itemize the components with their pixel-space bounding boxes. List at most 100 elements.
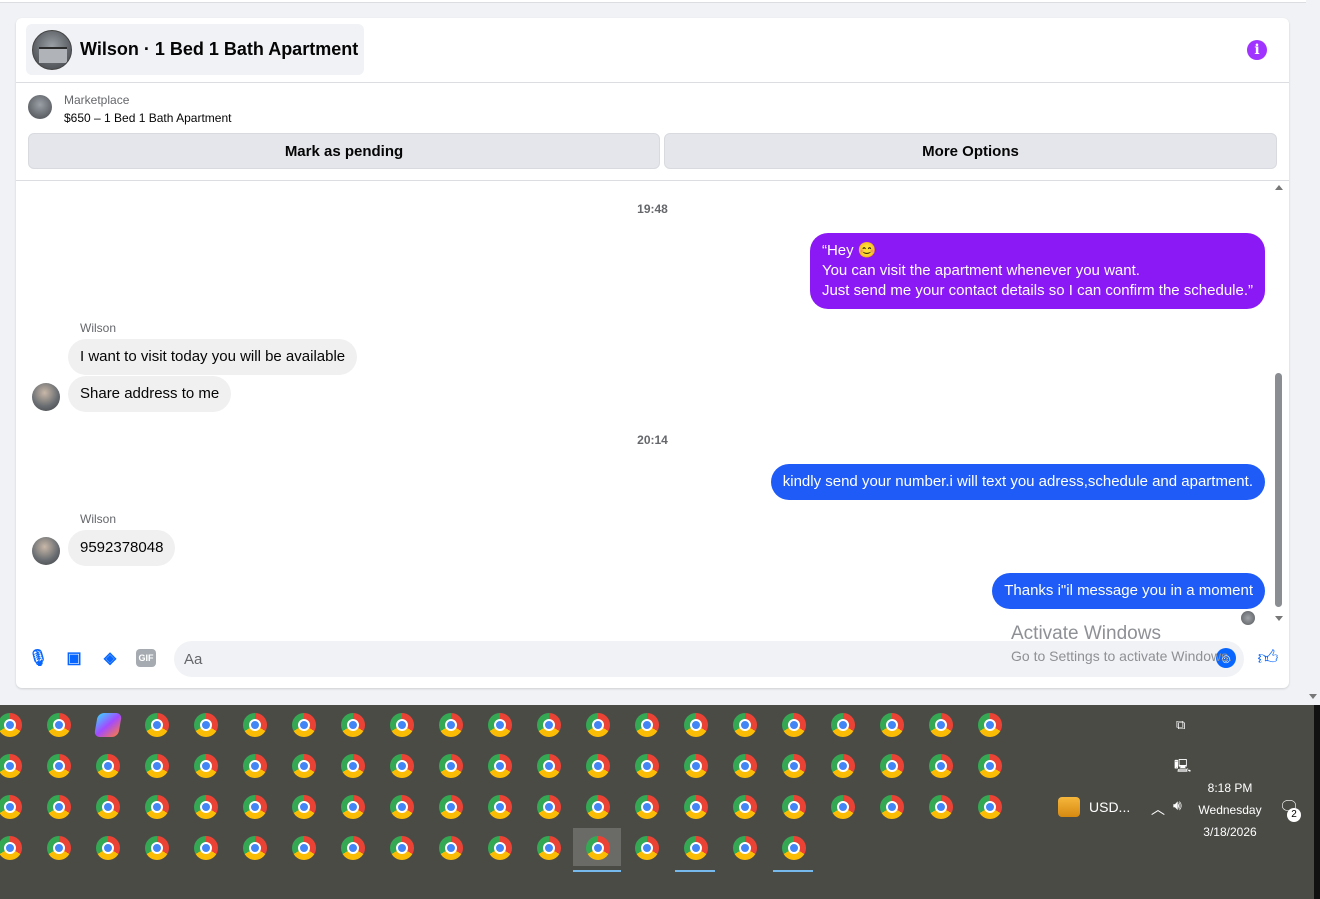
- conversation-title-button[interactable]: Wilson · 1 Bed 1 Bath Apartment: [26, 24, 365, 75]
- chrome-icon[interactable]: [145, 795, 169, 819]
- chrome-icon[interactable]: [684, 836, 708, 860]
- chrome-icon[interactable]: [0, 836, 22, 860]
- chrome-icon[interactable]: [880, 754, 904, 778]
- chrome-icon[interactable]: [194, 754, 218, 778]
- chrome-icon[interactable]: [47, 713, 71, 737]
- chrome-icon[interactable]: [978, 754, 1002, 778]
- chrome-icon[interactable]: [488, 754, 512, 778]
- chrome-icon[interactable]: [243, 713, 267, 737]
- outgoing-message[interactable]: kindly send your number.i will text you …: [770, 464, 1265, 500]
- chrome-icon[interactable]: [635, 754, 659, 778]
- sticker-icon[interactable]: ◈: [100, 648, 120, 668]
- chrome-icon[interactable]: [0, 754, 22, 778]
- chrome-icon[interactable]: [537, 713, 561, 737]
- chrome-icon[interactable]: [488, 795, 512, 819]
- copilot-icon[interactable]: [93, 713, 123, 737]
- image-icon[interactable]: ▣: [64, 648, 84, 668]
- chrome-icon[interactable]: [586, 754, 610, 778]
- chrome-icon[interactable]: [635, 836, 659, 860]
- chrome-icon[interactable]: [243, 754, 267, 778]
- outgoing-message[interactable]: “Hey 😊 You can visit the apartment whene…: [809, 233, 1265, 309]
- chrome-icon[interactable]: [390, 836, 414, 860]
- chrome-icon[interactable]: [586, 836, 610, 860]
- info-icon[interactable]: i: [1247, 40, 1267, 60]
- chrome-icon[interactable]: [47, 836, 71, 860]
- chrome-icon[interactable]: [194, 795, 218, 819]
- chrome-icon[interactable]: [243, 836, 267, 860]
- more-options-button[interactable]: More Options: [664, 133, 1277, 169]
- thread-scrollbar[interactable]: [1275, 181, 1283, 627]
- chrome-icon[interactable]: [390, 754, 414, 778]
- chrome-icon[interactable]: [978, 795, 1002, 819]
- chrome-icon[interactable]: [488, 713, 512, 737]
- outgoing-message[interactable]: Thanks i"il message you in a moment: [992, 573, 1265, 609]
- page-scrollbar[interactable]: [1306, 0, 1320, 705]
- chrome-icon[interactable]: [96, 836, 120, 860]
- listing-summary[interactable]: Marketplace $650 – 1 Bed 1 Bath Apartmen…: [28, 92, 231, 132]
- volume-icon[interactable]: 🔊︎: [1173, 797, 1182, 814]
- chrome-icon[interactable]: [390, 795, 414, 819]
- chrome-icon[interactable]: [782, 795, 806, 819]
- chrome-icon[interactable]: [390, 713, 414, 737]
- taskbar-clock[interactable]: 8:18 PM Wednesday 3/18/2026: [1196, 777, 1264, 843]
- chrome-icon[interactable]: [831, 713, 855, 737]
- chrome-icon[interactable]: [733, 836, 757, 860]
- chrome-icon[interactable]: [635, 713, 659, 737]
- chrome-icon[interactable]: [0, 713, 22, 737]
- sender-avatar[interactable]: [32, 537, 60, 565]
- chrome-icon[interactable]: [733, 754, 757, 778]
- incoming-message[interactable]: Share address to me: [68, 376, 232, 412]
- chrome-icon[interactable]: [47, 754, 71, 778]
- chrome-icon[interactable]: [488, 836, 512, 860]
- chrome-icon[interactable]: [929, 713, 953, 737]
- chrome-icon[interactable]: [782, 754, 806, 778]
- network-icon[interactable]: 🖳︎: [1174, 757, 1191, 779]
- chrome-icon[interactable]: [782, 836, 806, 860]
- chrome-icon[interactable]: [341, 836, 365, 860]
- mark-as-pending-button[interactable]: Mark as pending: [28, 133, 660, 169]
- chrome-icon[interactable]: [292, 795, 316, 819]
- chrome-icon[interactable]: [537, 795, 561, 819]
- chrome-icon[interactable]: [47, 795, 71, 819]
- chrome-icon[interactable]: [96, 754, 120, 778]
- chrome-icon[interactable]: [292, 754, 316, 778]
- chrome-icon[interactable]: [439, 795, 463, 819]
- chrome-icon[interactable]: [831, 795, 855, 819]
- chrome-icon[interactable]: [733, 795, 757, 819]
- chrome-icon[interactable]: [145, 754, 169, 778]
- chrome-icon[interactable]: [292, 713, 316, 737]
- chrome-icon[interactable]: [439, 754, 463, 778]
- chrome-icon[interactable]: [537, 754, 561, 778]
- chrome-icon[interactable]: [978, 713, 1002, 737]
- chrome-icon[interactable]: [929, 795, 953, 819]
- chrome-icon[interactable]: [929, 754, 953, 778]
- gif-icon[interactable]: GIF: [136, 649, 156, 667]
- chrome-icon[interactable]: [439, 836, 463, 860]
- coins-icon[interactable]: [1058, 797, 1080, 817]
- chrome-icon[interactable]: [733, 713, 757, 737]
- chrome-icon[interactable]: [243, 795, 267, 819]
- chrome-icon[interactable]: [194, 836, 218, 860]
- chrome-icon[interactable]: [586, 713, 610, 737]
- chrome-icon[interactable]: [831, 754, 855, 778]
- chrome-icon[interactable]: [439, 713, 463, 737]
- chrome-icon[interactable]: [341, 713, 365, 737]
- chrome-icon[interactable]: [880, 713, 904, 737]
- thumbs-up-icon[interactable]: 👍︎: [1256, 646, 1280, 670]
- chrome-icon[interactable]: [96, 795, 120, 819]
- chrome-icon[interactable]: [145, 713, 169, 737]
- chrome-icon[interactable]: [145, 836, 169, 860]
- chrome-icon[interactable]: [635, 795, 659, 819]
- chrome-icon[interactable]: [684, 713, 708, 737]
- chrome-icon[interactable]: [586, 795, 610, 819]
- chrome-icon[interactable]: [341, 795, 365, 819]
- microphone-icon[interactable]: 🎙︎: [28, 648, 48, 668]
- chrome-icon[interactable]: [880, 795, 904, 819]
- chrome-icon[interactable]: [782, 713, 806, 737]
- chrome-icon[interactable]: [0, 795, 22, 819]
- chrome-icon[interactable]: [292, 836, 316, 860]
- chrome-icon[interactable]: [341, 754, 365, 778]
- incoming-message[interactable]: I want to visit today you will be availa…: [68, 339, 358, 375]
- chrome-icon[interactable]: [684, 795, 708, 819]
- incoming-message[interactable]: 9592378048: [68, 530, 176, 566]
